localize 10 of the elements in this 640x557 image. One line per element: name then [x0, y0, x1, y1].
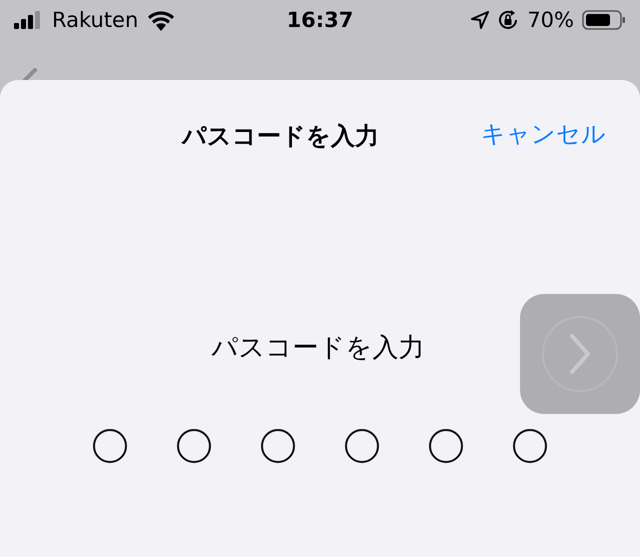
sheet-title: パスコードを入力: [182, 121, 379, 152]
carrier-name: Rakuten: [52, 8, 138, 32]
location-arrow-icon: [471, 11, 490, 29]
rotation-lock-icon: [497, 9, 520, 31]
battery-icon: [582, 10, 626, 30]
wifi-icon: [146, 9, 176, 31]
cancel-button[interactable]: キャンセル: [481, 118, 606, 150]
clock-time: 16:37: [286, 8, 354, 32]
battery-percent: 70%: [527, 8, 574, 32]
passcode-prompt: パスコードを入力: [212, 332, 424, 365]
